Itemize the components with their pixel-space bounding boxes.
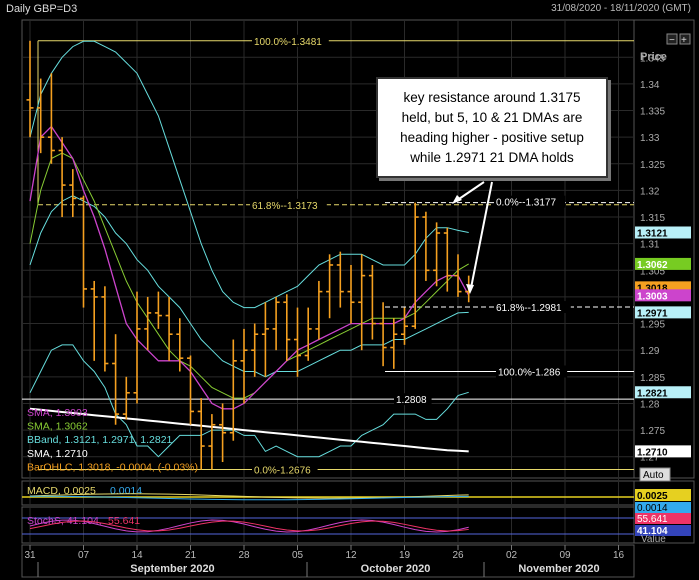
chart-window: Daily GBP=D3 31/08/2020 - 18/11/2020 (GM…: [0, 0, 699, 580]
annotation-line: key resistance around 1.3175: [403, 89, 581, 105]
month-label: October 2020: [361, 563, 431, 575]
x-tick-label: 12: [345, 550, 357, 561]
annotation-box: key resistance around 1.3175 held, but 5…: [376, 77, 608, 178]
x-tick-label: 02: [506, 550, 518, 561]
price-tag: 1.2971: [637, 308, 668, 319]
y-tick-label: 1.275: [640, 426, 665, 437]
legend-entry: BBand, 1.3121, 1.2971, 1.2821: [27, 434, 173, 446]
x-tick-label: 21: [185, 550, 197, 561]
price-tag: 1.3003: [637, 291, 668, 302]
x-tick-label: 05: [292, 550, 304, 561]
y-tick-label: 1.335: [640, 107, 665, 118]
price-tag: 1.2821: [637, 388, 668, 399]
y-tick-label: 1.315: [640, 213, 665, 224]
macd-tag: 0.0025: [637, 491, 668, 502]
month-label: November 2020: [518, 563, 599, 575]
y-tick-label: 1.33: [640, 133, 660, 144]
auto-scale-label: Auto: [643, 470, 664, 481]
fib-100-label: 100.0%-1.3481: [254, 37, 322, 48]
x-tick-label: 19: [399, 550, 411, 561]
legend-entry: BarOHLC, 1.3018, -0.0004, (-0.03%): [27, 461, 198, 473]
macd-signal-legend: 0.0014: [110, 485, 142, 497]
annotation-line: held, but 5, 10 & 21 DMAs are: [401, 109, 583, 125]
y-tick-label: 1.295: [640, 320, 665, 331]
x-tick-label: 16: [613, 550, 625, 561]
fib-618-label: 61.8%--1.3173: [252, 201, 318, 212]
x-tick-label: 14: [131, 550, 143, 561]
legend-entry: SMA, 1.2710: [27, 448, 88, 460]
retr-618-label: 61.8%--1.2981: [496, 303, 562, 314]
y-tick-label: 1.34: [640, 80, 660, 91]
annotation-line: while 1.2971 21 DMA holds: [410, 149, 574, 165]
legend-entry: SMA, 1.3003: [27, 407, 88, 419]
x-tick-label: 28: [238, 550, 250, 561]
x-tick-label: 26: [452, 550, 464, 561]
month-label: September 2020: [130, 563, 214, 575]
fib-0-label: 0.0%-1.2676: [254, 465, 311, 476]
retr-0-label: 0.0%--1.3177: [496, 198, 556, 209]
support-label: 1.2808: [396, 395, 427, 406]
legend-entry: SMA, 1.3062: [27, 421, 88, 433]
retr-100-label: 100.0%-1.286: [498, 367, 561, 378]
y-tick-label: 1.32: [640, 186, 660, 197]
macd-signal-tag: 0.0014: [637, 503, 668, 514]
y-tick-label: 1.31: [640, 240, 660, 251]
expand-label: +: [681, 35, 687, 46]
price-tag: 1.3062: [637, 260, 668, 271]
price-tag: 1.3121: [637, 228, 668, 239]
sub-axis-title: Value: [641, 534, 666, 545]
y-tick-label: 1.285: [640, 373, 665, 384]
annotation-line: heading higher - positive setup: [400, 129, 584, 145]
y-tick-label: 1.28: [640, 399, 660, 410]
x-tick-label: 07: [78, 550, 90, 561]
stoch-signal-tag: 55.641: [637, 514, 668, 525]
collapse-label: −: [669, 35, 675, 46]
x-tick-label: 09: [559, 550, 571, 561]
y-axis-title: Price: [640, 51, 667, 63]
y-tick-label: 1.29: [640, 346, 660, 357]
y-tick-label: 1.325: [640, 160, 665, 171]
x-tick-label: 31: [24, 550, 36, 561]
stoch-legend: StochS, 41.104,: [27, 515, 102, 527]
price-tag: 1.2710: [637, 447, 668, 458]
